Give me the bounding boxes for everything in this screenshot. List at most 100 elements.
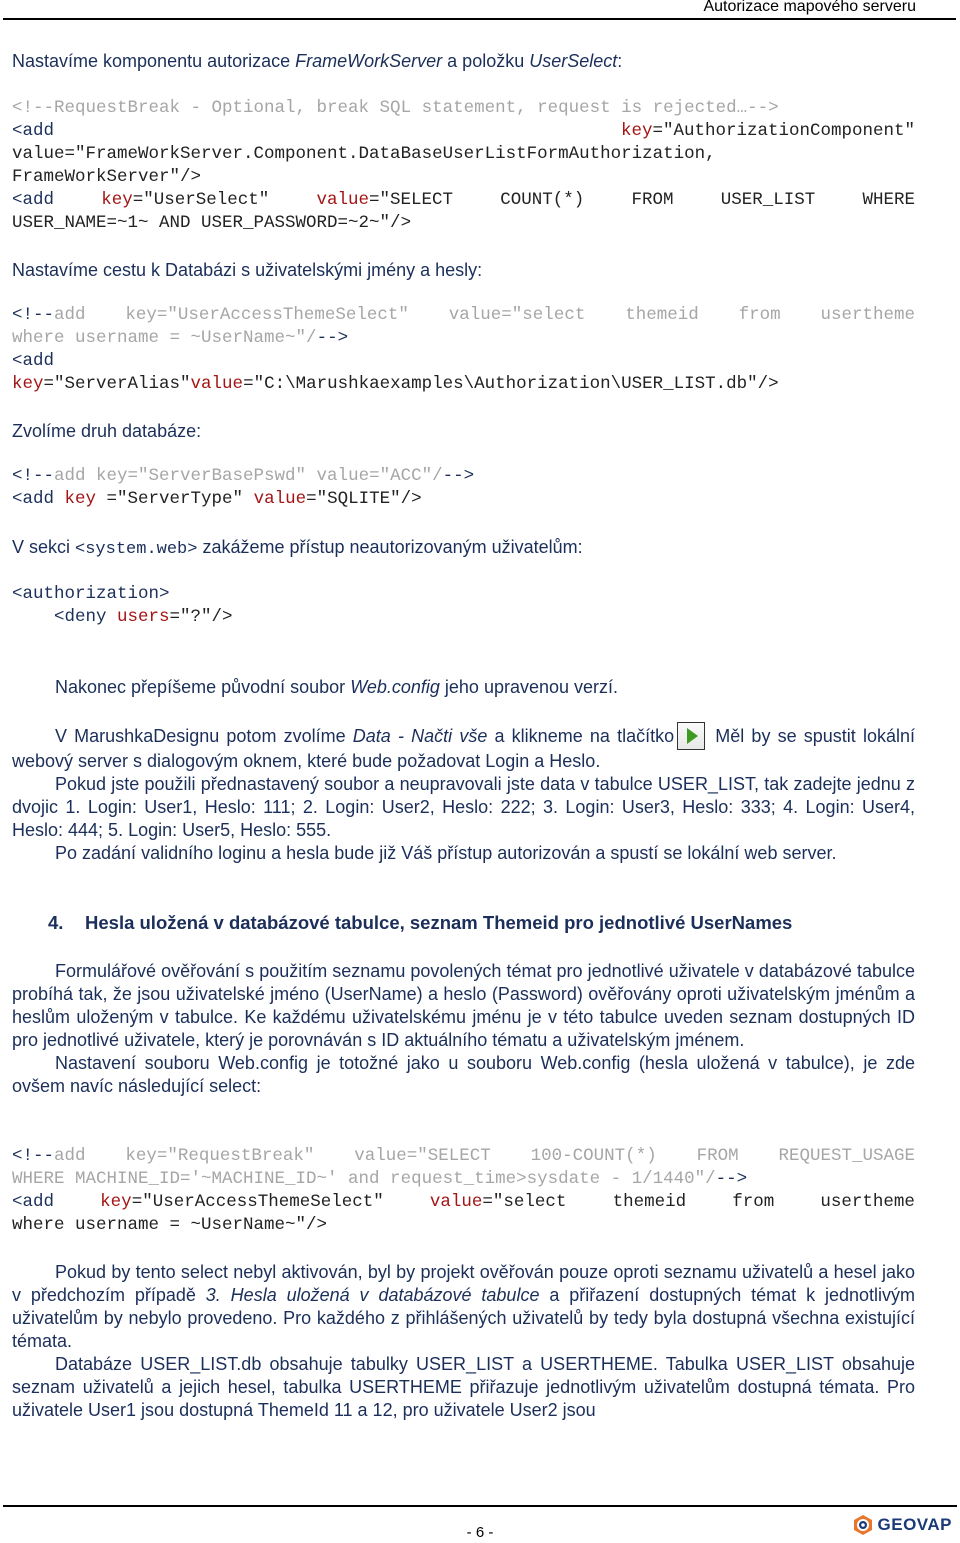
section-title: Hesla uložená v databázové tabulce, sezn… bbox=[85, 912, 793, 933]
page-number: - 6 - bbox=[466, 1524, 494, 1541]
code-tag: <add bbox=[12, 1192, 55, 1212]
code-comment-open: <!-- bbox=[12, 305, 55, 325]
code-attr: key bbox=[100, 1192, 132, 1212]
code-tag: <add bbox=[12, 121, 55, 141]
code-attr: value bbox=[253, 489, 307, 509]
code-comment-open: <!-- bbox=[12, 1146, 55, 1166]
code-comment: 100-COUNT(*) bbox=[530, 1146, 657, 1166]
code-line: FrameWorkServer"/> bbox=[12, 167, 202, 187]
paragraph-group-run: V MarushkaDesignu potom zvolíme Data - N… bbox=[12, 722, 915, 865]
text: V sekci bbox=[12, 537, 76, 557]
code-line: value="FrameWorkServer.Component.DataBas… bbox=[12, 144, 716, 164]
code-comment: value="SELECT bbox=[354, 1146, 491, 1166]
code-value: ="SELECT bbox=[369, 190, 454, 210]
paragraph-not-activated: Pokud by tento select nebyl aktivován, b… bbox=[12, 1261, 915, 1353]
paragraph-login-pairs: Pokud jste použili přednastavený soubor … bbox=[12, 774, 915, 840]
code-comment: key="UserAccessThemeSelect" bbox=[125, 305, 409, 325]
code-comment: add key="ServerBasePswd" value="ACC"/ bbox=[54, 466, 443, 486]
code-block-authorization-component: <!--RequestBreak - Optional, break SQL s… bbox=[12, 97, 915, 235]
code-comment: REQUEST_USAGE bbox=[778, 1146, 915, 1166]
code-attr: value bbox=[316, 190, 370, 210]
code-attr: users bbox=[117, 607, 170, 627]
intro-system-web: V sekci <system.web> zakážeme přístup ne… bbox=[12, 536, 915, 561]
code-comment: FROM bbox=[696, 1146, 739, 1166]
code-tag: <add bbox=[12, 351, 55, 371]
code-comment: key="RequestBreak" bbox=[125, 1146, 315, 1166]
document-page: Autorizace mapového serveru Nastavíme ko… bbox=[0, 0, 960, 1543]
code-comment: themeid bbox=[625, 305, 699, 325]
header-rule bbox=[3, 18, 956, 20]
geovap-logo: GEOVAP bbox=[852, 1514, 952, 1536]
code-comment: from bbox=[738, 305, 781, 325]
intro-database-path: Nastavíme cestu k Databázi s uživatelský… bbox=[12, 260, 483, 280]
text: Nastavíme komponentu autorizace bbox=[12, 51, 296, 71]
code-value: ="select bbox=[482, 1192, 567, 1212]
code-comment-close: --> bbox=[715, 1169, 748, 1189]
code-value: ="AuthorizationComponent" bbox=[652, 121, 915, 141]
code-attr: key bbox=[12, 374, 44, 394]
section-number: 4. bbox=[48, 912, 64, 933]
intro-database-type: Zvolíme druh databáze: bbox=[12, 421, 202, 441]
code-tag: <add bbox=[12, 190, 55, 210]
code-block-theme-select: <!--add key="RequestBreak" value="SELECT 10… bbox=[12, 1145, 915, 1237]
code-attr: value bbox=[429, 1192, 483, 1212]
code-tag: <authorization> bbox=[12, 584, 170, 604]
code-value: ="C:\Marushkaexamples\Authorization\USER… bbox=[243, 374, 779, 394]
text: a klikneme na tlačítko bbox=[487, 726, 675, 746]
code-comment-open: <!-- bbox=[12, 466, 55, 486]
code-line: where username = ~UserName~"/> bbox=[12, 1215, 328, 1235]
code-block-server-type: <!--add key="ServerBasePswd" value="ACC"… bbox=[12, 465, 915, 511]
emphasis: FrameWorkServer bbox=[295, 51, 443, 71]
code-value: ="ServerAlias" bbox=[43, 374, 191, 394]
code-attr: value bbox=[190, 374, 244, 394]
code-word: FROM bbox=[631, 190, 674, 210]
code-comment-close: --> bbox=[316, 328, 349, 348]
paragraph-group-end: Pokud by tento select nebyl aktivován, b… bbox=[12, 1261, 915, 1422]
code-attr: key bbox=[620, 121, 653, 141]
code-comment: <!--RequestBreak - Optional, break SQL s… bbox=[12, 98, 779, 118]
footer-rule bbox=[3, 1505, 957, 1507]
running-header: Autorizace mapového serveru bbox=[703, 0, 916, 15]
paragraph-form-auth: Formulářové ověřování s použitím seznamu… bbox=[12, 961, 915, 1050]
code-value: ="UserAccessThemeSelect" bbox=[131, 1192, 384, 1212]
code-word: from bbox=[732, 1192, 775, 1212]
paragraph-run-server: V MarushkaDesignu potom zvolíme Data - N… bbox=[12, 722, 915, 773]
code-block-server-alias: <!--add key="UserAccessThemeSelect" value=… bbox=[12, 304, 915, 396]
code-comment: WHERE MACHINE_ID='~MACHINE_ID~' and requ… bbox=[12, 1169, 716, 1189]
code-word: usertheme bbox=[820, 1192, 915, 1212]
intro-component-paragraph: Nastavíme komponentu autorizace FrameWor… bbox=[12, 50, 915, 73]
code-comment-close: --> bbox=[442, 466, 475, 486]
logo-text: GEOVAP bbox=[877, 1515, 952, 1534]
text: Nakonec přepíšeme původní soubor bbox=[55, 677, 351, 697]
code-comment: add bbox=[54, 1146, 86, 1166]
emphasis: UserSelect bbox=[529, 51, 618, 71]
paragraph-group-themeid: Formulářové ověřování s použitím seznamu… bbox=[12, 960, 915, 1098]
code-tag: <add bbox=[12, 489, 65, 509]
code-word: themeid bbox=[612, 1192, 687, 1212]
code-attr: key bbox=[64, 489, 97, 509]
code-comment: value="select bbox=[448, 305, 586, 325]
code-line: USER_NAME=~1~ AND USER_PASSWORD=~2~"/> bbox=[12, 213, 412, 233]
emphasis: 3. Hesla uložená v databázové tabulce bbox=[205, 1285, 540, 1305]
paragraph-overwrite-config: Nakonec přepíšeme původní soubor Web.con… bbox=[12, 676, 915, 699]
emphasis: Data - Načti vše bbox=[352, 726, 488, 746]
paragraph-config-select: Nastavení souboru Web.config je totožné … bbox=[12, 1053, 915, 1096]
code-tag: <deny bbox=[12, 607, 118, 627]
section-heading: 4. Hesla uložená v databázové tabulce, se… bbox=[48, 912, 792, 934]
code-word: USER_LIST bbox=[720, 190, 816, 210]
text: : bbox=[617, 51, 623, 71]
code-comment: usertheme bbox=[820, 305, 915, 325]
text: a položku bbox=[442, 51, 530, 71]
code-value: ="UserSelect" bbox=[132, 190, 270, 210]
text: jeho upravenou verzí. bbox=[439, 677, 619, 697]
geovap-logo-icon bbox=[853, 1515, 872, 1535]
code-value: ="ServerType" bbox=[96, 489, 254, 509]
code-word: COUNT(*) bbox=[500, 190, 585, 210]
text: zakážeme přístup neautorizovaným uživate… bbox=[197, 537, 583, 557]
paragraph-database-tables: Databáze USER_LIST.db obsahuje tabulky U… bbox=[12, 1354, 915, 1420]
code-value: ="SQLITE"/> bbox=[306, 489, 422, 509]
code-comment: where username = ~UserName~"/ bbox=[12, 328, 317, 348]
code-word: WHERE bbox=[862, 190, 915, 210]
code-block-authorization: <authorization> <deny users="?"/> bbox=[12, 583, 915, 629]
code-value: ="?"/> bbox=[169, 607, 233, 627]
